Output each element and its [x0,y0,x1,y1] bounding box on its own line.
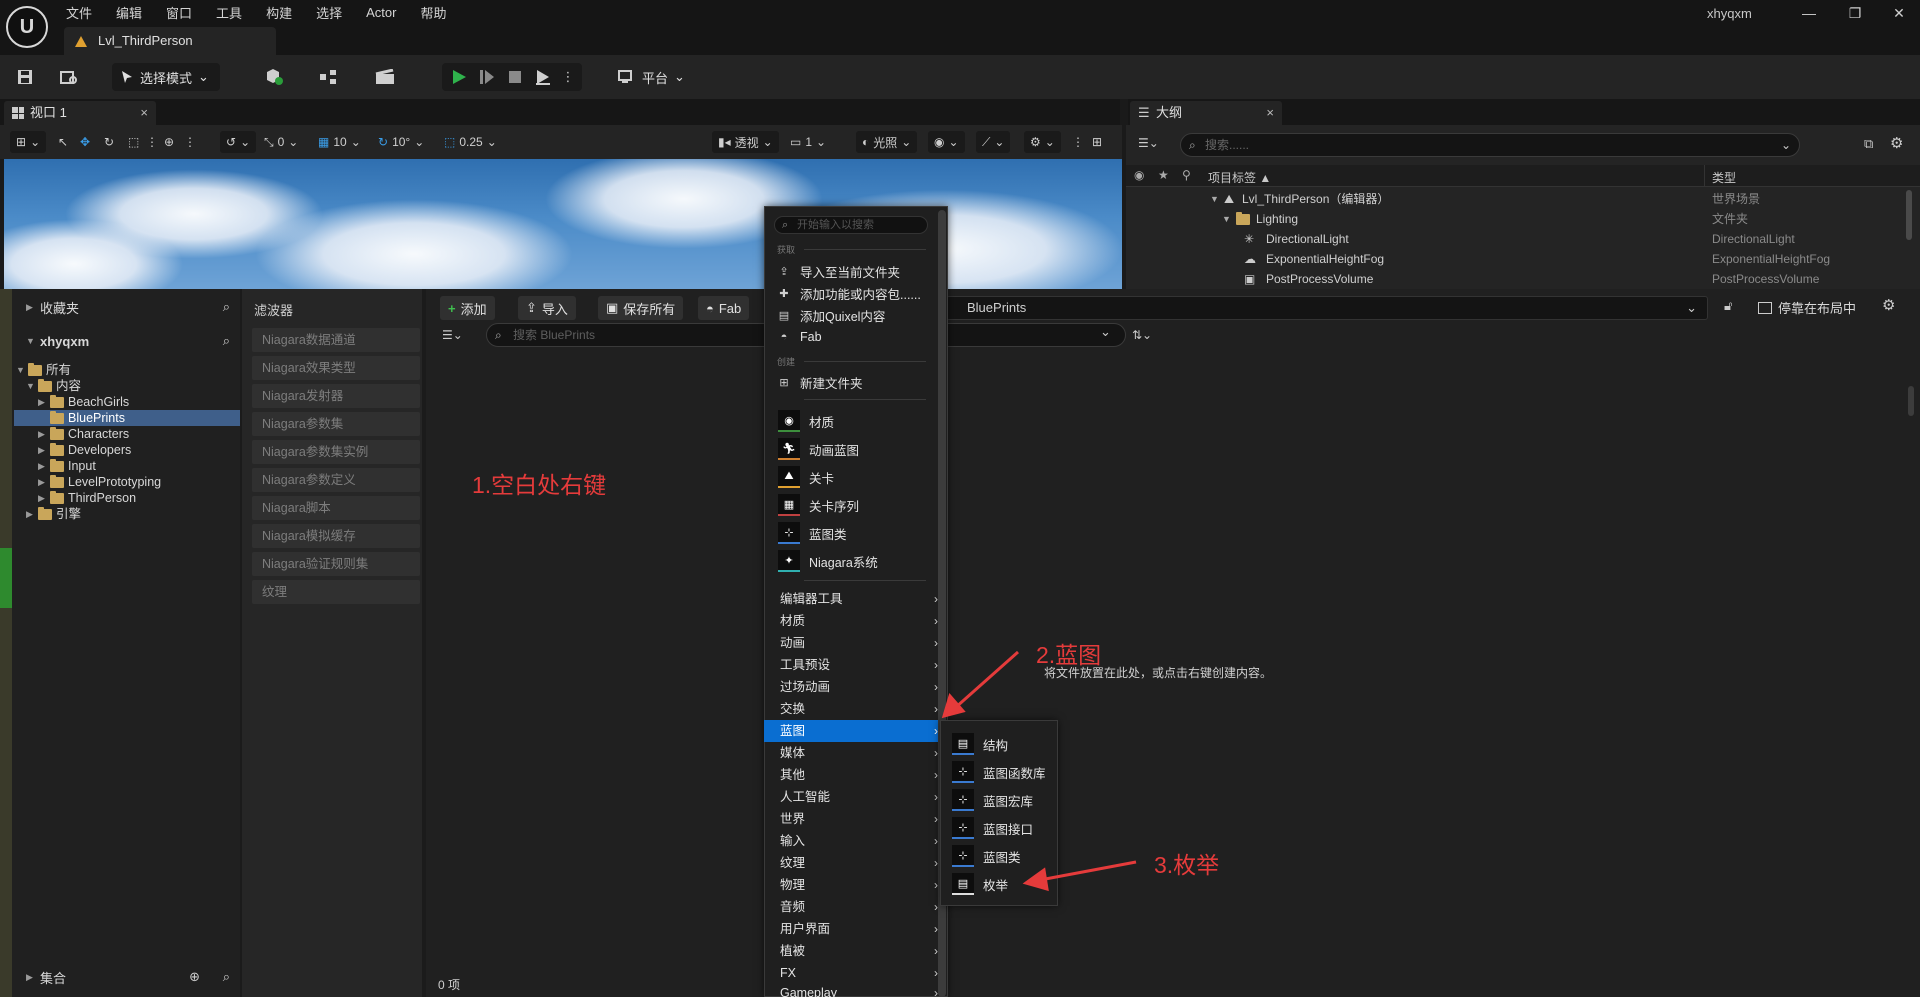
arrow-step2 [941,650,1019,719]
annotation-arrows [941,650,1137,892]
arrow-step3 [1022,860,1137,892]
